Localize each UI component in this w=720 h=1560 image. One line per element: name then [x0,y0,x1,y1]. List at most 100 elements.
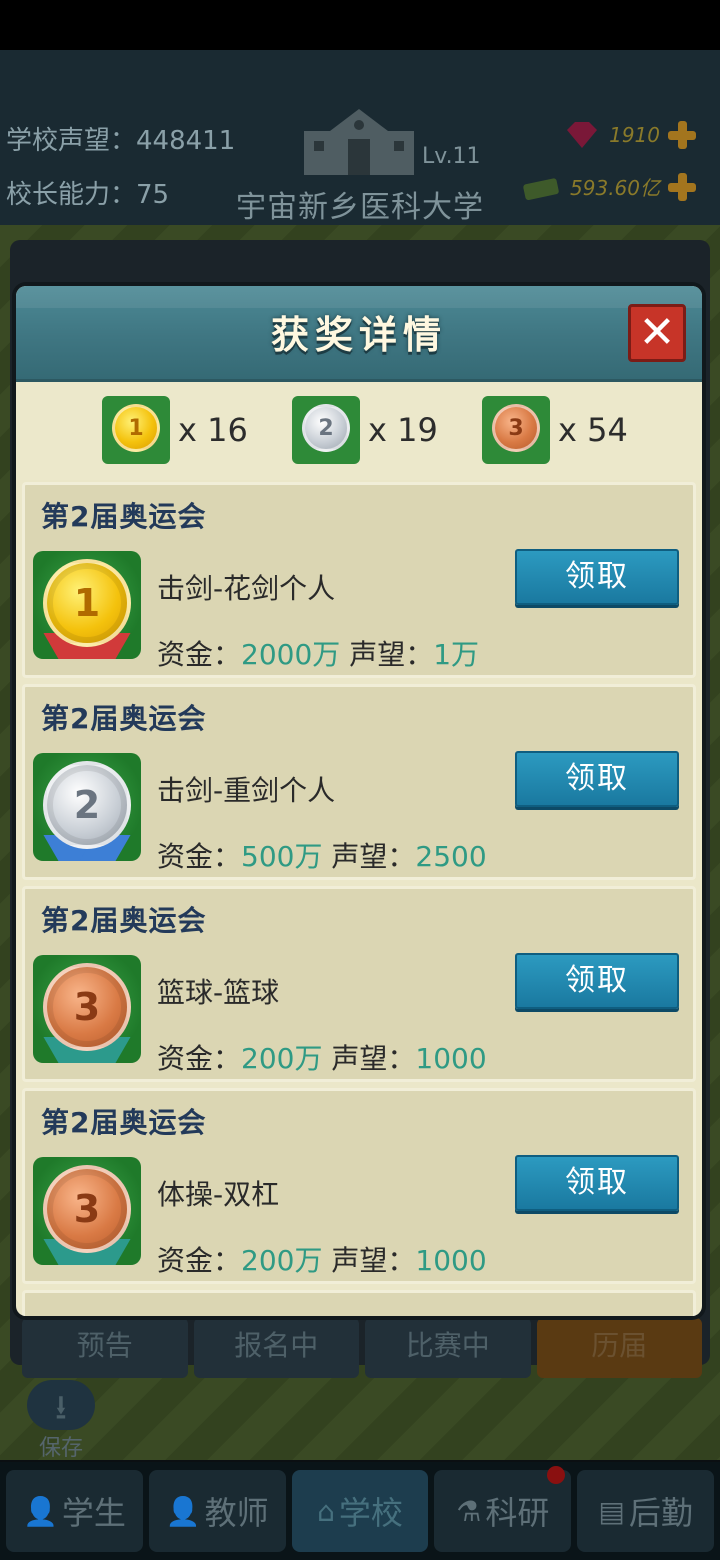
award-details-dialog: 获奖详情 ✕ 1 x 16 2 x 19 3 x 54 第2届奥运会 1 击剑-… [16,286,702,1316]
close-button[interactable]: ✕ [628,304,686,362]
award-card: 第2届奥运会 2 击剑-重剑个人 资金：500万 声望：2500 领取 [22,684,696,880]
funds-label: 资金： [157,840,242,873]
clipboard-icon: ▤ [598,1494,625,1528]
claim-button[interactable]: 领取 [515,953,679,1009]
reward-line: 资金：2000万 声望：1万 [157,633,479,673]
money-value: 593.60亿 [570,176,660,200]
award-card-partial [22,1290,696,1316]
nav-research-label: 科研 [485,1494,550,1532]
bronze-count: x 54 [558,411,628,449]
bronze-summary: 3 x 54 [482,396,628,464]
gold-summary: 1 x 16 [102,396,248,464]
award-card: 第2届奥运会 3 体操-双杠 资金：200万 声望：1000 领取 [22,1088,696,1284]
reputation-stat: 学校声望：448411 [6,120,235,157]
tab-preview[interactable]: 预告 [22,1318,188,1378]
nav-students[interactable]: 👤 学生 [6,1470,143,1552]
funds-value: 2000万 [241,638,341,671]
nav-research[interactable]: ⚗ 科研 [434,1466,572,1552]
medal-rank: 2 [43,761,131,849]
nav-students-label: 学生 [61,1494,126,1532]
funds-value: 500万 [241,840,323,873]
sport-name: 篮球-篮球 [157,976,280,1009]
medal-rank: 1 [43,559,131,647]
background-tabs: 预告 报名中 比赛中 历届 [22,1318,702,1378]
gold-medal-icon: 1 [102,396,170,464]
sport-name: 击剑-重剑个人 [157,774,336,807]
nav-logistics-label: 后勤 [628,1494,693,1532]
cash-icon [523,177,559,200]
reputation-value: 1000 [415,1244,487,1277]
dialog-header: 获奖详情 ✕ [16,286,702,382]
event-name: 第2届奥运会 [41,702,207,735]
reward-line: 资金：500万 声望：2500 [157,835,487,875]
funds-label: 资金： [157,1244,242,1277]
silver-count: x 19 [368,411,438,449]
reward-line: 资金：200万 声望：1000 [157,1239,487,1279]
reputation-value: 448411 [136,126,236,156]
add-gems-plus-icon[interactable] [668,121,696,149]
tab-registering[interactable]: 报名中 [193,1318,359,1378]
dialog-title: 获奖详情 [270,313,447,357]
sport-name: 击剑-花剑个人 [157,572,336,605]
school-icon: ⌂ [317,1494,335,1528]
add-money-plus-icon[interactable] [668,172,696,201]
sport-name: 体操-双杠 [157,1178,280,1211]
status-bar [0,0,720,50]
award-card: 第2届奥运会 3 篮球-篮球 资金：200万 声望：1000 领取 [22,886,696,1082]
funds-label: 资金： [157,1042,242,1075]
event-name: 第2届奥运会 [41,1106,207,1139]
nav-teachers-label: 教师 [204,1494,269,1532]
nav-logistics[interactable]: ▤ 后勤 [577,1470,714,1552]
gems-counter: 1910 [563,120,696,150]
nav-school-label: 学校 [338,1494,403,1532]
close-icon: ✕ [638,307,676,358]
download-icon [27,1380,95,1441]
reputation-label: 学校声望： [6,126,137,156]
reward-line: 资金：200万 声望：1000 [157,1037,487,1077]
medal-rank: 3 [43,963,131,1051]
gem-icon [567,122,598,148]
silver-medal-icon: 2 [33,753,141,861]
school-name: 宇宙新乡医科大学 [236,190,484,225]
bronze-medal-icon: 3 [33,1157,141,1265]
student-icon: 👤 [22,1494,58,1528]
award-card: 第2届奥运会 1 击剑-花剑个人 资金：2000万 声望：1万 领取 [22,482,696,678]
tab-in-progress[interactable]: 比赛中 [365,1318,531,1378]
reputation-value: 2500 [415,840,487,873]
school-level: Lv.11 [422,144,481,169]
award-list[interactable]: 第2届奥运会 1 击剑-花剑个人 资金：2000万 声望：1万 领取 第2届奥运… [22,482,696,1316]
reputation-label: 声望： [331,1042,416,1075]
reputation-label: 声望： [331,840,416,873]
ability-stat: 校长能力：75 [6,174,169,211]
claim-button[interactable]: 领取 [515,751,679,807]
ability-label: 校长能力： [6,180,137,210]
tab-history[interactable]: 历届 [536,1318,702,1378]
event-name: 第2届奥运会 [41,904,207,937]
funds-value: 200万 [241,1244,323,1277]
save-button[interactable]: 保存 [18,1380,104,1461]
bronze-medal-icon: 3 [482,396,550,464]
reputation-label: 声望： [349,638,434,671]
top-hud: 学校声望：448411 校长能力：75 Lv.11 宇宙新乡医科大学 1910 … [0,50,720,225]
teacher-icon: 👤 [165,1494,201,1528]
reputation-value: 1000 [415,1042,487,1075]
bronze-medal-icon: 3 [33,955,141,1063]
event-name: 第2届奥运会 [41,500,207,533]
flask-icon: ⚗ [456,1494,482,1528]
funds-value: 200万 [241,1042,323,1075]
nav-school[interactable]: ⌂ 学校 [291,1470,429,1552]
ability-value: 75 [136,180,170,210]
money-counter: 593.60亿 [522,172,696,201]
reputation-value: 1万 [433,638,480,671]
silver-medal-icon: 2 [292,396,360,464]
medal-rank: 3 [43,1165,131,1253]
gold-medal-icon: 1 [33,551,141,659]
funds-label: 资金： [157,638,242,671]
nav-teachers[interactable]: 👤 教师 [148,1470,286,1552]
medal-summary: 1 x 16 2 x 19 3 x 54 [16,382,702,480]
bottom-nav: 👤 学生 👤 教师 ⌂ 学校 ⚗ 科研 ▤ 后勤 [0,1462,720,1560]
claim-button[interactable]: 领取 [515,549,679,605]
claim-button[interactable]: 领取 [515,1155,679,1211]
notification-dot [547,1466,566,1484]
gems-value: 1910 [609,123,660,147]
